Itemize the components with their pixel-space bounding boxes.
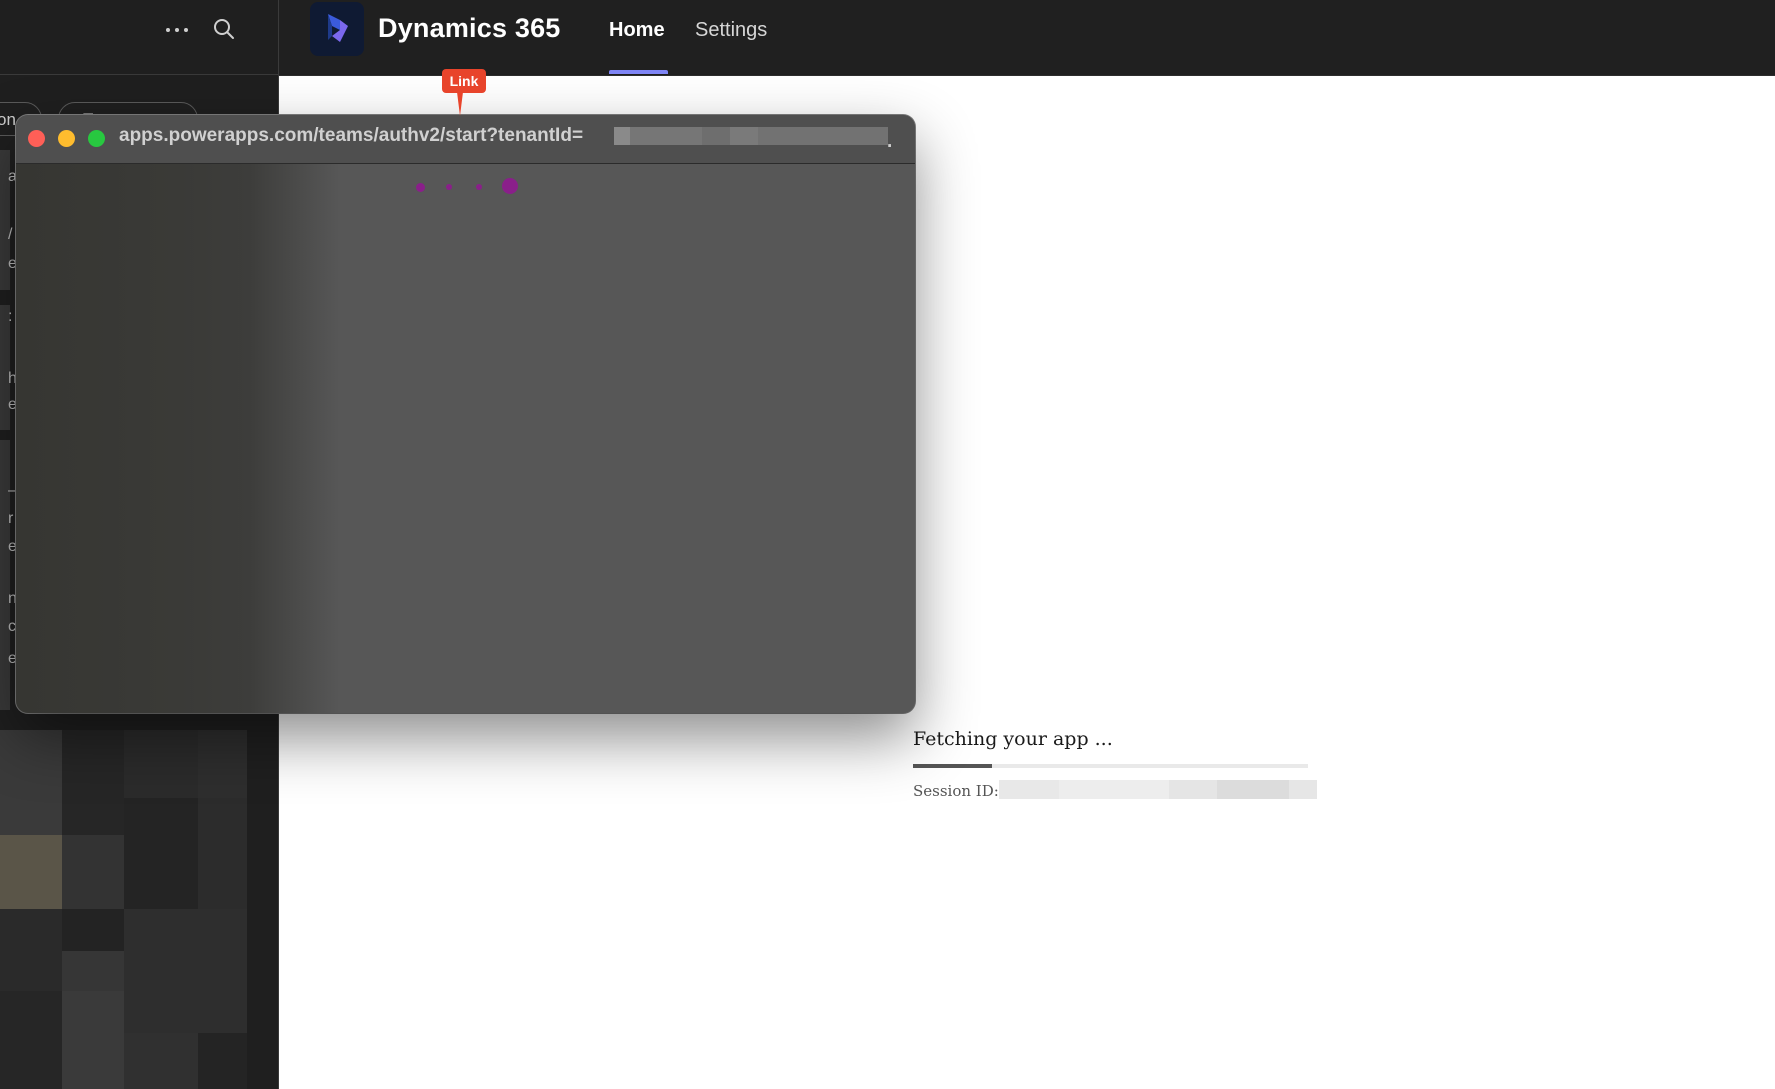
search-icon[interactable]	[212, 17, 236, 41]
minimize-window-button[interactable]	[58, 130, 75, 147]
maximize-window-button[interactable]	[88, 130, 105, 147]
loading-status-text: Fetching your app ...	[913, 728, 1113, 750]
session-id-label: Session ID:	[913, 782, 999, 800]
app-title: Dynamics 365	[378, 13, 561, 43]
spinner-dot	[476, 184, 482, 190]
progress-bar	[913, 764, 1308, 768]
progress-bar-fill	[913, 764, 992, 768]
more-options-icon[interactable]	[164, 18, 190, 40]
list-item-text: /	[8, 226, 13, 243]
tenant-id-redacted	[614, 127, 888, 145]
popup-titlebar[interactable]: apps.powerapps.com/teams/authv2/start?te…	[16, 115, 915, 164]
app-header: Dynamics 365 Home Settings	[279, 0, 1775, 76]
session-id-row: Session ID:	[913, 780, 1333, 802]
loading-panel: Fetching your app ... Session ID:	[913, 728, 1333, 800]
list-item-strip	[0, 440, 10, 710]
auth-popup-window: apps.powerapps.com/teams/authv2/start?te…	[16, 115, 915, 713]
spinner-dot	[446, 184, 452, 190]
session-id-redacted	[999, 780, 1317, 799]
spinner-dot	[416, 183, 425, 192]
list-item-text: c	[8, 618, 16, 635]
list-item-text: r	[8, 510, 14, 527]
popup-url-end: .	[887, 131, 893, 152]
popup-content	[16, 164, 915, 713]
popup-url: apps.powerapps.com/teams/authv2/start?te…	[119, 125, 584, 146]
sidebar-header	[0, 0, 278, 75]
dynamics-365-logo	[310, 2, 364, 56]
spinner-dot	[502, 178, 518, 194]
active-tab-indicator	[609, 70, 668, 74]
tab-settings[interactable]: Settings	[695, 19, 767, 42]
link-tooltip: Link	[442, 69, 486, 93]
link-tooltip-pointer	[457, 92, 463, 116]
tab-home[interactable]: Home	[609, 19, 665, 42]
list-item-text: :	[8, 308, 13, 325]
close-window-button[interactable]	[28, 130, 45, 147]
